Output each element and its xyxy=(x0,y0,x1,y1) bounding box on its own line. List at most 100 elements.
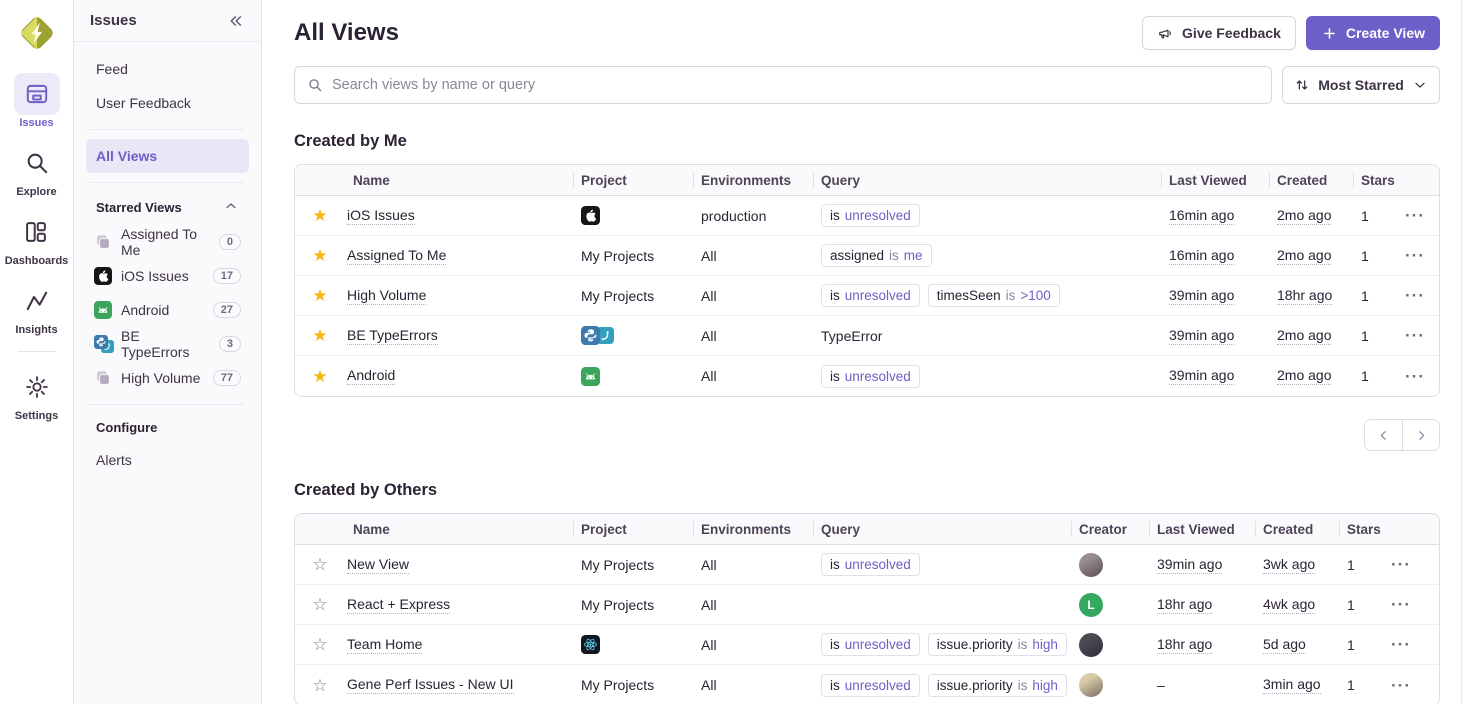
more-actions-button[interactable]: ··· xyxy=(1391,636,1411,653)
more-actions-button[interactable]: ··· xyxy=(1391,677,1411,694)
rail-item-settings[interactable]: Settings xyxy=(14,366,60,422)
last-viewed-cell-value[interactable]: 16min ago xyxy=(1169,207,1234,225)
more-actions-button[interactable]: ··· xyxy=(1405,287,1425,304)
created-cell-value[interactable]: 2mo ago xyxy=(1277,367,1331,385)
sentry-logo[interactable] xyxy=(17,13,57,53)
rail-label-explore: Explore xyxy=(16,186,56,198)
sidebar-item-alerts[interactable]: Alerts xyxy=(86,443,249,477)
column-header-stars: Stars xyxy=(1339,514,1383,544)
view-name-link[interactable]: High Volume xyxy=(347,287,426,305)
plus-icon xyxy=(1321,25,1338,42)
view-name-link[interactable]: React + Express xyxy=(347,596,450,614)
star-toggle-icon[interactable]: ☆ xyxy=(312,636,327,653)
column-header-project: Project xyxy=(573,165,693,195)
created-cell-value[interactable]: 2mo ago xyxy=(1277,247,1331,265)
filter-bar: Most Starred xyxy=(294,66,1440,104)
sidebar-item-high-volume[interactable]: High Volume 77 xyxy=(86,361,249,395)
column-header-name: Name xyxy=(345,514,573,544)
give-feedback-button[interactable]: Give Feedback xyxy=(1142,16,1296,50)
gear-icon xyxy=(14,366,60,408)
sidebar-item-be-typeerrors[interactable]: BE TypeErrors 3 xyxy=(86,327,249,361)
project-cell xyxy=(573,316,693,355)
last-viewed-cell-value[interactable]: 39min ago xyxy=(1169,287,1234,305)
rail-label-insights: Insights xyxy=(15,324,57,336)
more-actions-button[interactable]: ··· xyxy=(1405,368,1425,385)
create-view-button[interactable]: Create View xyxy=(1306,16,1440,50)
last-viewed-cell-value[interactable]: 39min ago xyxy=(1169,367,1234,385)
star-toggle-icon[interactable]: ☆ xyxy=(312,596,327,613)
created-cell-value[interactable]: 2mo ago xyxy=(1277,207,1331,225)
scrollbar-track xyxy=(1461,0,1462,704)
more-actions-button[interactable]: ··· xyxy=(1405,207,1425,224)
previous-page-button[interactable] xyxy=(1365,420,1402,450)
next-page-button[interactable] xyxy=(1402,420,1439,450)
stars-count: 1 xyxy=(1361,208,1369,224)
sidebar-item-feed[interactable]: Feed xyxy=(86,52,249,86)
sidebar-item-android[interactable]: Android 27 xyxy=(86,293,249,327)
created-cell-value[interactable]: 3wk ago xyxy=(1263,556,1315,574)
created-cell-value[interactable]: 18hr ago xyxy=(1277,287,1332,305)
star-cell: ☆ xyxy=(295,545,345,584)
created-cell-value[interactable]: 5d ago xyxy=(1263,636,1306,654)
search-icon xyxy=(14,142,60,184)
rail-item-issues[interactable]: Issues xyxy=(14,73,60,129)
star-cell: ★ xyxy=(295,276,345,315)
pagination xyxy=(294,419,1440,451)
created-cell-value[interactable]: 4wk ago xyxy=(1263,596,1315,614)
view-name-link[interactable]: New View xyxy=(347,556,409,574)
last-viewed-cell-value[interactable]: 39min ago xyxy=(1169,327,1234,345)
last-viewed-cell: 16min ago xyxy=(1161,196,1269,235)
stars-cell: 1 xyxy=(1353,276,1397,315)
created-cell: 2mo ago xyxy=(1269,356,1353,396)
rail-item-explore[interactable]: Explore xyxy=(14,142,60,198)
sort-dropdown[interactable]: Most Starred xyxy=(1282,66,1440,104)
view-name-link[interactable]: iOS Issues xyxy=(347,207,415,225)
star-toggle-icon[interactable]: ★ xyxy=(312,287,327,304)
stars-cell: 1 xyxy=(1339,665,1383,704)
stars-count: 1 xyxy=(1361,288,1369,304)
stars-cell: 1 xyxy=(1339,545,1383,584)
star-toggle-icon[interactable]: ★ xyxy=(312,207,327,224)
starred-views-section-header[interactable]: Starred Views xyxy=(86,192,249,225)
view-name-link[interactable]: BE TypeErrors xyxy=(347,327,438,345)
last-viewed-cell-value[interactable]: 18hr ago xyxy=(1157,596,1212,614)
view-name-link[interactable]: Gene Perf Issues - New UI xyxy=(347,676,514,694)
sidebar-item-ios-issues[interactable]: iOS Issues 17 xyxy=(86,259,249,293)
more-actions-button[interactable]: ··· xyxy=(1405,327,1425,344)
environment-value: All xyxy=(701,328,717,344)
rail-item-dashboards[interactable]: Dashboards xyxy=(5,211,69,267)
query-token-key: assigned xyxy=(830,248,884,263)
star-toggle-icon[interactable]: ★ xyxy=(312,247,327,264)
rail-item-insights[interactable]: Insights xyxy=(14,280,60,336)
star-toggle-icon[interactable]: ☆ xyxy=(312,556,327,573)
created-cell-value[interactable]: 3min ago xyxy=(1263,676,1321,694)
created-cell-value[interactable]: 2mo ago xyxy=(1277,327,1331,345)
sidebar-item-all-views[interactable]: All Views xyxy=(86,139,249,173)
view-name-link[interactable]: Android xyxy=(347,367,395,385)
view-name-link[interactable]: Team Home xyxy=(347,636,422,654)
star-toggle-icon[interactable]: ★ xyxy=(312,368,327,385)
sidebar-item-user-feedback[interactable]: User Feedback xyxy=(86,86,249,120)
last-viewed-cell-value[interactable]: 39min ago xyxy=(1157,556,1222,574)
view-name-link[interactable]: Assigned To Me xyxy=(347,247,446,265)
more-actions-button[interactable]: ··· xyxy=(1391,596,1411,613)
column-header-created: Created xyxy=(1269,165,1353,195)
stars-count: 1 xyxy=(1347,677,1355,693)
last-viewed-cell-value[interactable]: 18hr ago xyxy=(1157,636,1212,654)
star-toggle-icon[interactable]: ★ xyxy=(312,327,327,344)
table-row: ☆Gene Perf Issues - New UIMy ProjectsAll… xyxy=(295,665,1439,704)
sidebar-item-assigned-to-me[interactable]: Assigned To Me 0 xyxy=(86,225,249,259)
collapse-sidebar-icon[interactable] xyxy=(225,11,245,31)
environments-cell: All xyxy=(693,276,813,315)
starred-view-label: Android xyxy=(121,302,169,318)
stacked-projects-icon xyxy=(94,369,112,387)
search-input[interactable] xyxy=(332,77,1259,93)
chevron-up-icon xyxy=(223,198,239,217)
star-toggle-icon[interactable]: ☆ xyxy=(312,677,327,694)
more-actions-button[interactable]: ··· xyxy=(1391,556,1411,573)
last-viewed-cell-value[interactable]: 16min ago xyxy=(1169,247,1234,265)
configure-title: Configure xyxy=(96,420,157,435)
query-token-key: issue.priority xyxy=(937,678,1013,693)
issue-count-badge: 77 xyxy=(213,370,241,386)
more-actions-button[interactable]: ··· xyxy=(1405,247,1425,264)
